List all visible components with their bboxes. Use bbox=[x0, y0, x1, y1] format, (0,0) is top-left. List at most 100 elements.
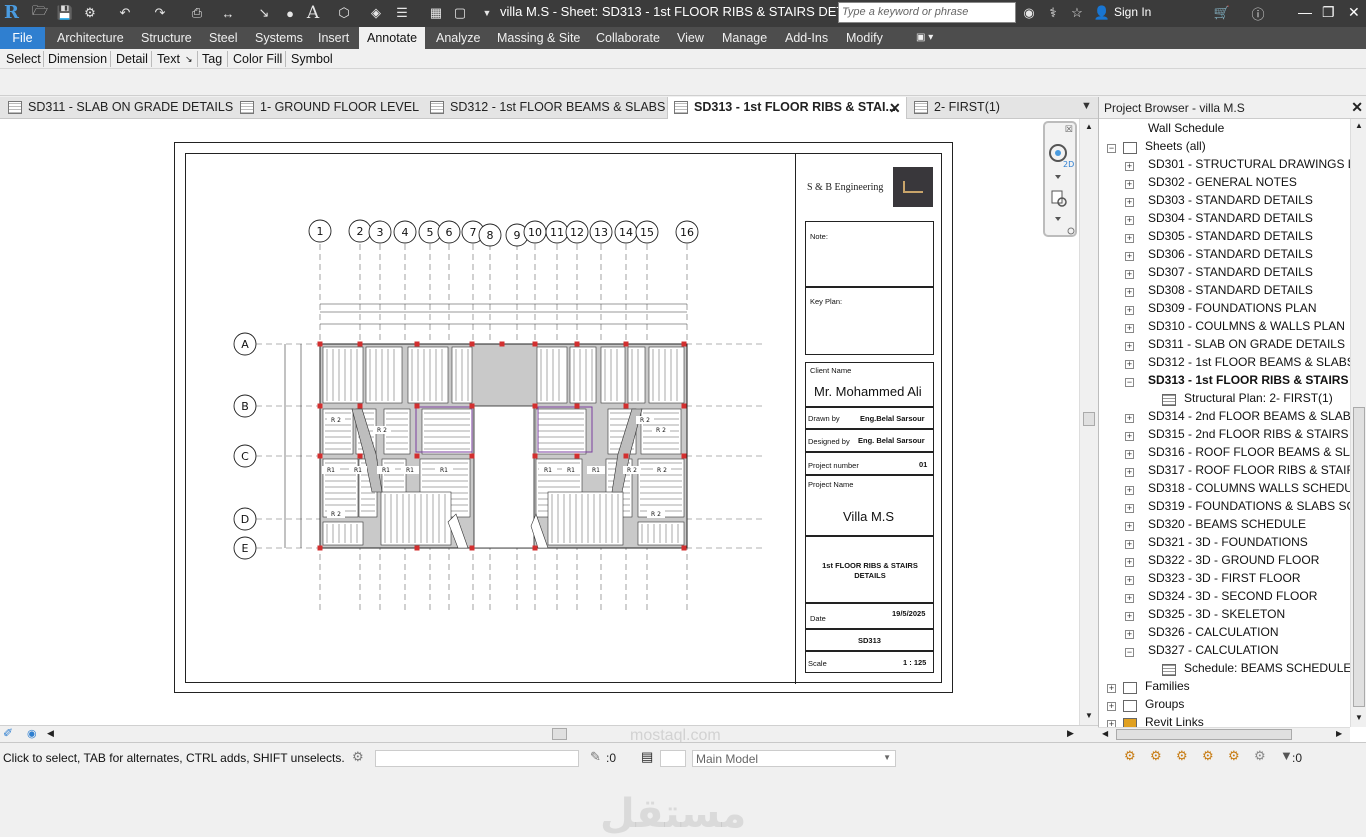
browser-item[interactable]: SD305 - STANDARD DETAILS bbox=[1148, 229, 1313, 247]
scroll-left-icon[interactable]: ◀ bbox=[47, 728, 54, 739]
search-input[interactable]: Type a keyword or phrase bbox=[838, 2, 1016, 23]
workset-icon[interactable]: ⚙ bbox=[352, 749, 364, 765]
close-tab-icon[interactable]: ✕ bbox=[889, 100, 901, 117]
browser-item[interactable]: SD303 - STANDARD DETAILS bbox=[1148, 193, 1313, 211]
browser-scroll-right-icon[interactable]: ▶ bbox=[1336, 729, 1342, 738]
select-pinned-icon[interactable]: ⚙ bbox=[1176, 748, 1188, 764]
scroll-right-icon[interactable]: ▶ bbox=[1067, 728, 1074, 739]
measure-icon[interactable]: ↔ bbox=[218, 3, 238, 23]
ribbon-toggle-icon[interactable]: ▣ ▾ bbox=[916, 32, 933, 43]
close-hidden-icon[interactable]: ▦ bbox=[426, 3, 446, 23]
browser-item[interactable]: SD304 - STANDARD DETAILS bbox=[1148, 211, 1313, 229]
redo-icon[interactable]: ↷ bbox=[150, 3, 170, 23]
browser-item[interactable]: SD325 - 3D - SKELETON bbox=[1148, 607, 1285, 625]
tab-analyze[interactable]: Analyze bbox=[436, 31, 480, 45]
browser-item[interactable]: SD311 - SLAB ON GRADE DETAILS bbox=[1148, 337, 1345, 355]
browser-item[interactable]: SD314 - 2nd FLOOR BEAMS & SLABS bbox=[1148, 409, 1359, 427]
design-options-box[interactable] bbox=[660, 750, 686, 767]
view-tab-sd311[interactable]: SD311 - SLAB ON GRADE DETAILS bbox=[2, 97, 233, 119]
expand-toggle-icon[interactable]: + bbox=[1125, 486, 1134, 495]
tab-systems[interactable]: Systems bbox=[255, 31, 303, 45]
browser-item[interactable]: SD312 - 1st FLOOR BEAMS & SLABS bbox=[1148, 355, 1355, 373]
browser-item[interactable]: SD308 - STANDARD DETAILS bbox=[1148, 283, 1313, 301]
tag-icon[interactable]: ● bbox=[280, 3, 300, 23]
expand-toggle-icon[interactable]: + bbox=[1125, 576, 1134, 585]
browser-hscroll-thumb[interactable] bbox=[1116, 729, 1292, 740]
browser-item[interactable]: SD324 - 3D - SECOND FLOOR bbox=[1148, 589, 1317, 607]
expand-toggle-icon[interactable]: + bbox=[1125, 342, 1134, 351]
view-tab-sd312[interactable]: SD312 - 1st FLOOR BEAMS & SLABS bbox=[424, 97, 666, 119]
save-icon[interactable]: 💾 bbox=[55, 3, 75, 23]
expand-toggle-icon[interactable]: + bbox=[1125, 198, 1134, 207]
tab-structure[interactable]: Structure bbox=[141, 31, 192, 45]
browser-scroll-down-icon[interactable]: ▼ bbox=[1355, 713, 1363, 722]
browser-item[interactable]: Sheets (all) bbox=[1145, 139, 1206, 157]
panel-dimension[interactable]: Dimension bbox=[48, 52, 107, 66]
drag-on-selection-icon[interactable]: ⚙ bbox=[1228, 748, 1240, 764]
default-3d-icon[interactable]: ⬡ bbox=[334, 3, 354, 23]
expand-toggle-icon[interactable]: + bbox=[1125, 360, 1134, 369]
expand-toggle-icon[interactable]: + bbox=[1125, 468, 1134, 477]
expand-toggle-icon[interactable]: + bbox=[1107, 702, 1116, 711]
expand-toggle-icon[interactable]: + bbox=[1125, 216, 1134, 225]
background-process-icon[interactable]: ⚙ bbox=[1254, 748, 1266, 764]
browser-item[interactable]: Families bbox=[1145, 679, 1190, 697]
revit-logo-icon[interactable]: R bbox=[4, 2, 24, 24]
expand-toggle-icon[interactable]: + bbox=[1125, 270, 1134, 279]
view-control-icon[interactable]: ✐ bbox=[3, 726, 13, 740]
browser-scroll-thumb[interactable] bbox=[1353, 407, 1365, 707]
canvas-vertical-scroll-thumb[interactable] bbox=[1083, 412, 1095, 426]
browser-item[interactable]: Schedule: BEAMS SCHEDULE bbox=[1184, 661, 1351, 679]
favorites-star-icon[interactable]: ☆ bbox=[1068, 3, 1086, 23]
browser-scroll-up-icon[interactable]: ▲ bbox=[1355, 121, 1363, 130]
browser-item[interactable]: SD315 - 2nd FLOOR RIBS & STAIRS DETAILS bbox=[1148, 427, 1366, 445]
restore-icon[interactable]: ❐ bbox=[1322, 4, 1335, 21]
browser-item[interactable]: SD307 - STANDARD DETAILS bbox=[1148, 265, 1313, 283]
select-links-icon[interactable]: ⚙ bbox=[1124, 748, 1136, 764]
workset-dropdown[interactable] bbox=[375, 750, 579, 767]
expand-toggle-icon[interactable]: + bbox=[1125, 180, 1134, 189]
expand-toggle-icon[interactable]: + bbox=[1125, 234, 1134, 243]
expand-toggle-icon[interactable]: + bbox=[1125, 504, 1134, 513]
cart-icon[interactable]: 🛒 bbox=[1212, 3, 1232, 23]
thin-lines-icon[interactable]: ☰ bbox=[392, 3, 412, 23]
panel-detail[interactable]: Detail bbox=[116, 52, 148, 66]
tab-massing-site[interactable]: Massing & Site bbox=[497, 31, 580, 45]
select-by-face-icon[interactable]: ⚙ bbox=[1202, 748, 1214, 764]
scroll-up-icon[interactable]: ▲ bbox=[1085, 122, 1093, 131]
expand-toggle-icon[interactable]: + bbox=[1107, 684, 1116, 693]
expand-toggle-icon[interactable]: + bbox=[1125, 414, 1134, 423]
design-options-icon[interactable]: ▤ bbox=[641, 749, 653, 765]
scroll-down-icon[interactable]: ▼ bbox=[1085, 711, 1093, 720]
expand-toggle-icon[interactable]: + bbox=[1125, 630, 1134, 639]
browser-item[interactable]: SD313 - 1st FLOOR RIBS & STAIRS DETAILS bbox=[1148, 373, 1366, 391]
model-dropdown[interactable]: Main Model ▼ bbox=[692, 750, 896, 767]
view-tab-first[interactable]: 2- FIRST(1) bbox=[908, 97, 1028, 119]
browser-scroll-left-icon[interactable]: ◀ bbox=[1102, 729, 1108, 738]
expand-toggle-icon[interactable]: − bbox=[1125, 378, 1134, 387]
browser-vertical-scrollbar[interactable]: ▲ ▼ bbox=[1350, 119, 1366, 727]
drawing-canvas[interactable]: 1 2 3 4 5 6 7 8 9 10 11 12 13 14 15 16 A B C D E R 2R 2R 2R 2… bbox=[0, 119, 1098, 837]
panel-tag[interactable]: Tag bbox=[202, 52, 222, 66]
section-icon[interactable]: ◈ bbox=[366, 3, 386, 23]
sign-in-link[interactable]: Sign In bbox=[1114, 5, 1151, 19]
help-icon[interactable]: ⓘ bbox=[1248, 3, 1268, 23]
expand-toggle-icon[interactable]: + bbox=[1125, 432, 1134, 441]
browser-item[interactable]: SD310 - COULMNS & WALLS PLAN bbox=[1148, 319, 1345, 337]
customize-dropdown-icon[interactable]: ▼ bbox=[480, 3, 494, 23]
browser-item[interactable]: SD319 - FOUNDATIONS & SLABS SCHEDULE bbox=[1148, 499, 1366, 517]
expand-toggle-icon[interactable]: − bbox=[1107, 144, 1116, 153]
sync-icon[interactable]: ⚙ bbox=[80, 3, 100, 23]
view-tab-sd313[interactable]: SD313 - 1st FLOOR RIBS & STAI... bbox=[667, 97, 907, 119]
expand-toggle-icon[interactable]: + bbox=[1125, 162, 1134, 171]
tab-file[interactable]: File bbox=[0, 27, 45, 49]
project-browser-close-icon[interactable]: ✕ bbox=[1351, 99, 1363, 116]
binoculars-icon[interactable]: ◉ bbox=[1020, 3, 1038, 23]
panel-symbol[interactable]: Symbol bbox=[291, 52, 333, 66]
aligned-dimension-icon[interactable]: ↘ bbox=[254, 3, 274, 23]
editing-requests-icon[interactable]: ✎ bbox=[590, 749, 601, 765]
browser-item[interactable]: SD327 - CALCULATION bbox=[1148, 643, 1278, 661]
browser-item[interactable]: SD302 - GENERAL NOTES bbox=[1148, 175, 1297, 193]
expand-toggle-icon[interactable]: + bbox=[1125, 450, 1134, 459]
minimize-icon[interactable]: — bbox=[1298, 4, 1312, 20]
